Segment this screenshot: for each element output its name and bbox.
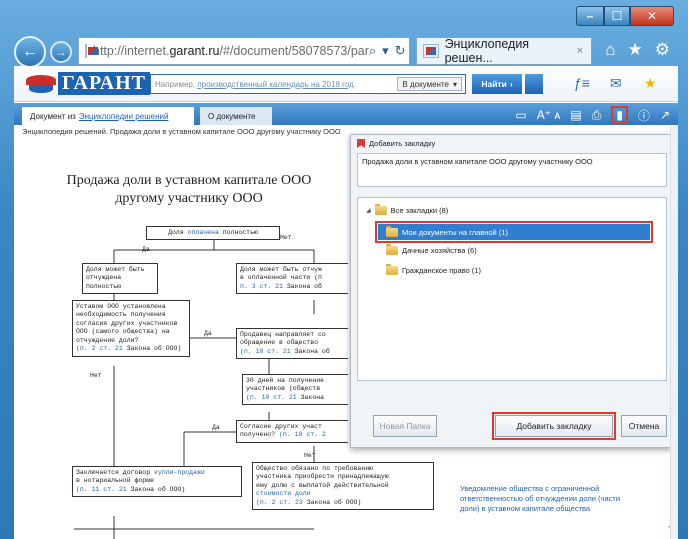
cancel-button[interactable]: Отмена — [621, 415, 667, 437]
page-scrollbar[interactable] — [670, 126, 678, 539]
flow-link[interactable]: (п. 10 ст. 21 — [246, 394, 297, 401]
browser-window: – ☐ ✕ ← → http://internet.garant.ru/#/do… — [0, 0, 688, 539]
tree-root[interactable]: ◢ Все закладки (8) — [366, 204, 448, 215]
flow-start-link[interactable]: оплачена — [188, 229, 219, 236]
home-icon[interactable]: ⌂ — [605, 40, 615, 60]
flow-link[interactable]: п. 3 ст. 21 — [240, 283, 283, 290]
flow-no-label: Нет — [90, 372, 102, 379]
back-button[interactable]: ← — [14, 36, 46, 68]
folder-icon — [386, 264, 398, 275]
close-window-button[interactable]: ✕ — [630, 6, 674, 26]
flow-contract-box: Заключается договор купли-продажи в нотар… — [72, 466, 242, 498]
flow-charter-box: Уставом ООО установлена необходимость пол… — [72, 300, 190, 357]
flow-seller-box: Продавец направляет со обращение в общест… — [236, 328, 348, 360]
url-text: http://internet.garant.ru/#/document/580… — [93, 44, 369, 58]
flow-consent-box: Согласие других участ получено? (п. 10 ст… — [236, 420, 348, 443]
related-document-link[interactable]: Уведомление общества с ограниченной отве… — [460, 484, 640, 513]
flow-no-label: Нет — [280, 234, 292, 241]
flow-link[interactable]: (п. 2 ст. 23 — [256, 499, 303, 506]
expand-icon[interactable]: ◢ — [366, 207, 371, 214]
flow-paid-part-box: Доля может быть отчуж в оплаченной части … — [236, 263, 348, 295]
tree-item-my-documents[interactable]: Мои документы на главной (1) — [375, 221, 653, 243]
tab-favicon-icon — [423, 44, 439, 58]
tree-item-dacha[interactable]: Дачные хозяйства (6) — [386, 244, 477, 255]
forward-icon: → — [55, 45, 67, 59]
flow-yes-label: Да — [142, 246, 150, 253]
refresh-icon[interactable]: ↻ — [395, 43, 406, 59]
flow-link[interactable]: (п. 10 ст. 21 — [240, 348, 291, 355]
maximize-button[interactable]: ☐ — [604, 6, 630, 26]
flow-link[interactable]: (п. 2 ст. 21 — [76, 345, 123, 352]
new-folder-button[interactable]: Новая Папка — [373, 415, 437, 437]
folder-icon — [386, 244, 398, 255]
address-bar[interactable]: http://internet.garant.ru/#/document/580… — [78, 37, 410, 65]
gear-icon[interactable]: ⚙ — [655, 40, 670, 60]
star-icon[interactable]: ★ — [628, 40, 643, 60]
search-icon[interactable]: ⌕ — [369, 43, 376, 59]
folder-icon — [374, 204, 387, 215]
tab-close-button[interactable]: × — [577, 45, 583, 57]
tree-item-civil-law[interactable]: Гражданское право (1) — [386, 264, 481, 275]
browser-toolbar: ⌂ ★ ⚙ — [605, 40, 670, 60]
flow-yes-label: Да — [212, 424, 220, 431]
site-favicon-icon — [85, 44, 98, 58]
back-icon: ← — [22, 43, 38, 60]
flow-no-label: Нет — [304, 452, 316, 459]
page-viewport: ГАРАНТ Например, производственный календ… — [14, 66, 678, 539]
bookmark-flag-icon — [357, 139, 365, 148]
window-controls: – ☐ ✕ — [576, 6, 674, 26]
forward-button[interactable]: → — [50, 41, 72, 63]
minimize-button[interactable]: – — [576, 6, 604, 26]
flow-30-days-box: 30 дней на получение участников (обществ(… — [242, 374, 348, 406]
browser-tab[interactable]: Энциклопедия решен... × — [416, 37, 592, 65]
flow-link[interactable]: (п. 11 ст. 21 — [76, 486, 127, 493]
bookmark-name-field[interactable]: Продажа доли в уставном капитале ООО дру… — [357, 153, 667, 187]
add-bookmark-button[interactable]: Добавить закладку — [492, 412, 616, 440]
add-bookmark-dialog: Добавить закладку Продажа доли в уставно… — [350, 134, 672, 448]
folder-icon — [386, 225, 398, 237]
flow-link[interactable]: стоимости доли — [256, 490, 430, 498]
bookmark-folder-tree: ◢ Все закладки (8) Мои документы на глав… — [357, 197, 667, 381]
dialog-header: Добавить закладку — [357, 139, 435, 148]
flow-yes-label: Да — [204, 330, 212, 337]
flow-start-box: Доля оплачена полностью — [146, 226, 280, 241]
flow-link[interactable]: купли-продажи — [154, 469, 205, 476]
flow-link[interactable]: (п. 10 ст. 2 — [279, 431, 326, 438]
flow-full-alienation-box: Доля может быть отчуждена полностью — [82, 263, 158, 295]
tab-title: Энциклопедия решен... — [444, 37, 530, 65]
flow-company-obliged-box: Общество обязано по требованию участника … — [252, 462, 434, 511]
dropdown-icon[interactable]: ▾ — [382, 43, 389, 59]
